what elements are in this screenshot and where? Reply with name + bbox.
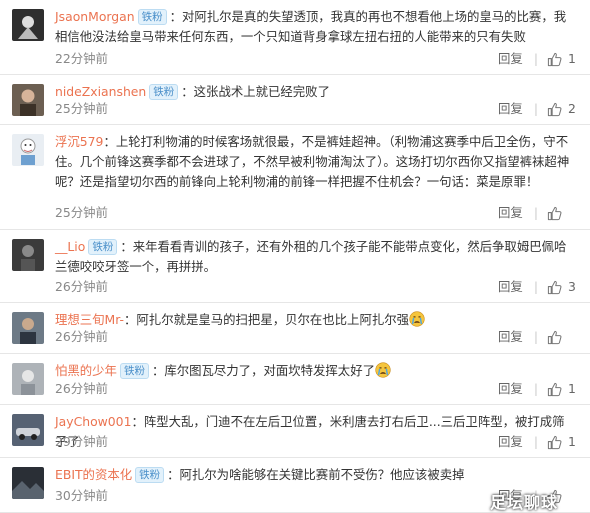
- reply-button[interactable]: 回复: [498, 381, 523, 397]
- thumbs-up-icon[interactable]: [547, 330, 562, 345]
- comment-timestamp: 26分钟前: [55, 279, 108, 294]
- reply-button[interactable]: 回复: [498, 51, 523, 67]
- avatar-face-photo-icon[interactable]: [12, 84, 44, 116]
- fan-badge: 铁粉: [149, 84, 179, 100]
- avatar-grey-figure-icon[interactable]: [12, 363, 44, 395]
- crying-face-emoji-icon: [375, 362, 391, 378]
- username-link[interactable]: JayChow001: [55, 414, 131, 429]
- divider: |: [533, 329, 538, 344]
- reply-button[interactable]: 回复: [498, 434, 523, 450]
- comment-timestamp: 30分钟前: [55, 488, 108, 503]
- comment-actions: 回复 |: [498, 329, 576, 345]
- comment-item: __Lio 铁粉 ：来年看看青训的孩子，还有外租的几个孩子能不能带点变化，然后争取姆…: [0, 230, 590, 303]
- comment-item: JayChow001：阵型大乱，门迪不在左后卫位置，米利唐去打右后卫...三后卫…: [0, 405, 590, 458]
- comment-content: ：库尔图瓦尽力了，对面坎特发挥太好了: [151, 363, 375, 378]
- username-link[interactable]: 怕黑的少年: [55, 363, 117, 378]
- like-count: 1: [568, 434, 576, 449]
- divider: |: [533, 101, 538, 116]
- crying-face-emoji-icon: [409, 311, 425, 327]
- username-link[interactable]: nideZxianshen: [55, 84, 146, 99]
- username-link[interactable]: EBIT的资本化: [55, 467, 132, 482]
- comment-content: ：这张战术上就已经完败了: [181, 84, 330, 99]
- divider: |: [533, 434, 538, 449]
- comment-content: ：阵型大乱，门迪不在左后卫位置，米利唐去打右后卫...三后卫阵型，被打成筛子了: [55, 414, 565, 449]
- fan-badge: 铁粉: [137, 9, 167, 25]
- comment-text-block: JsaonMorgan 铁粉 ：对阿扎尔是真的失望透顶，我真的再也不想看他上场的皇马…: [55, 7, 576, 47]
- divider: |: [533, 381, 538, 396]
- like-count: 3: [568, 279, 576, 294]
- thumbs-up-icon[interactable]: [547, 52, 562, 67]
- thumbs-up-icon[interactable]: [547, 382, 562, 397]
- comment-item: nideZxianshen 铁粉 ：这张战术上就已经完败了 25分钟前 回复 | 2: [0, 75, 590, 125]
- avatar-dark-landscape-icon[interactable]: [12, 467, 44, 499]
- comment-text-block: 怕黑的少年 铁粉 ：库尔图瓦尽力了，对面坎特发挥太好了: [55, 361, 576, 381]
- comment-actions: 回复 | 3: [498, 279, 576, 295]
- comment-content: ：上轮打利物浦的时候客场就很最，不是裤娃超神。（利物浦这赛季中后卫全伤，守不住。…: [55, 134, 570, 189]
- comment-list: JsaonMorgan 铁粉 ：对阿扎尔是真的失望透顶，我真的再也不想看他上场的皇马…: [0, 0, 590, 513]
- thumbs-up-icon[interactable]: [547, 435, 562, 450]
- username-link[interactable]: __Lio: [55, 239, 85, 254]
- comment-actions: 回复 | 1: [498, 381, 576, 397]
- thumbs-up-icon[interactable]: [547, 280, 562, 295]
- comment-timestamp: 26分钟前: [55, 329, 108, 344]
- comment-item: 怕黑的少年 铁粉 ：库尔图瓦尽力了，对面坎特发挥太好了 26分钟前 回复 | 1: [0, 354, 590, 405]
- comment-timestamp: 29分钟前: [55, 434, 108, 449]
- comment-item: JsaonMorgan 铁粉 ：对阿扎尔是真的失望透顶，我真的再也不想看他上场的皇马…: [0, 0, 590, 75]
- comment-content: ：阿扎尔就是皇马的扫把星，贝尔在也比上阿扎尔强: [124, 312, 410, 327]
- divider: |: [533, 279, 538, 294]
- comment-actions: 回复 |: [498, 205, 576, 221]
- comment-item: 理想三旬Mr-：阿扎尔就是皇马的扫把星，贝尔在也比上阿扎尔强 26分钟前 回复 |: [0, 303, 590, 354]
- avatar-person-photo-icon[interactable]: [12, 312, 44, 344]
- username-link[interactable]: 浮沉579: [55, 134, 103, 149]
- fan-badge: 铁粉: [88, 239, 118, 255]
- reply-button[interactable]: 回复: [498, 205, 523, 221]
- comment-timestamp: 25分钟前: [55, 101, 108, 116]
- comment-actions: 回复 | 1: [498, 51, 576, 67]
- divider: |: [533, 51, 538, 66]
- avatar-cartoon-boy-icon[interactable]: [12, 134, 44, 166]
- reply-button[interactable]: 回复: [498, 329, 523, 345]
- avatar-dark-emblem-icon[interactable]: [12, 9, 44, 41]
- comment-text-block: 理想三旬Mr-：阿扎尔就是皇马的扫把星，贝尔在也比上阿扎尔强: [55, 310, 576, 330]
- reply-button[interactable]: 回复: [498, 101, 523, 117]
- comment-timestamp: 25分钟前: [55, 205, 108, 220]
- thumbs-up-icon[interactable]: [547, 206, 562, 221]
- comment-content: ：来年看看青训的孩子，还有外租的几个孩子能不能带点变化，然后争取姆巴佩哈兰德咬咬…: [55, 239, 567, 274]
- comment-actions: 回复 | 1: [498, 434, 576, 450]
- avatar-dark-portrait-icon[interactable]: [12, 239, 44, 271]
- watermark: 足坛聊球: [490, 493, 559, 512]
- thumbs-up-icon[interactable]: [547, 102, 562, 117]
- fan-badge: 铁粉: [135, 467, 165, 483]
- fan-badge: 铁粉: [119, 363, 149, 379]
- like-count: 1: [568, 381, 576, 396]
- username-link[interactable]: JsaonMorgan: [55, 9, 135, 24]
- comment-actions: 回复 | 2: [498, 101, 576, 117]
- comment-content: ：阿扎尔为啥能够在关键比赛前不受伤？他应该被卖掉: [167, 467, 465, 482]
- comment-item: 浮沉579：上轮打利物浦的时候客场就很最，不是裤娃超神。（利物浦这赛季中后卫全伤…: [0, 125, 590, 230]
- reply-button[interactable]: 回复: [498, 279, 523, 295]
- comment-text-block: nideZxianshen 铁粉 ：这张战术上就已经完败了: [55, 82, 576, 102]
- like-count: 2: [568, 101, 576, 116]
- comment-text-block: 浮沉579：上轮打利物浦的时候客场就很最，不是裤娃超神。（利物浦这赛季中后卫全伤…: [55, 132, 576, 192]
- comment-text-block: EBIT的资本化 铁粉 ：阿扎尔为啥能够在关键比赛前不受伤？他应该被卖掉: [55, 465, 576, 485]
- username-link[interactable]: 理想三旬Mr-: [55, 312, 124, 327]
- divider: |: [533, 205, 538, 220]
- comment-timestamp: 26分钟前: [55, 381, 108, 396]
- like-count: 1: [568, 51, 576, 66]
- comment-timestamp: 22分钟前: [55, 51, 108, 66]
- avatar-car-photo-icon[interactable]: [12, 414, 44, 446]
- comment-text-block: __Lio 铁粉 ：来年看看青训的孩子，还有外租的几个孩子能不能带点变化，然后争取姆…: [55, 237, 576, 277]
